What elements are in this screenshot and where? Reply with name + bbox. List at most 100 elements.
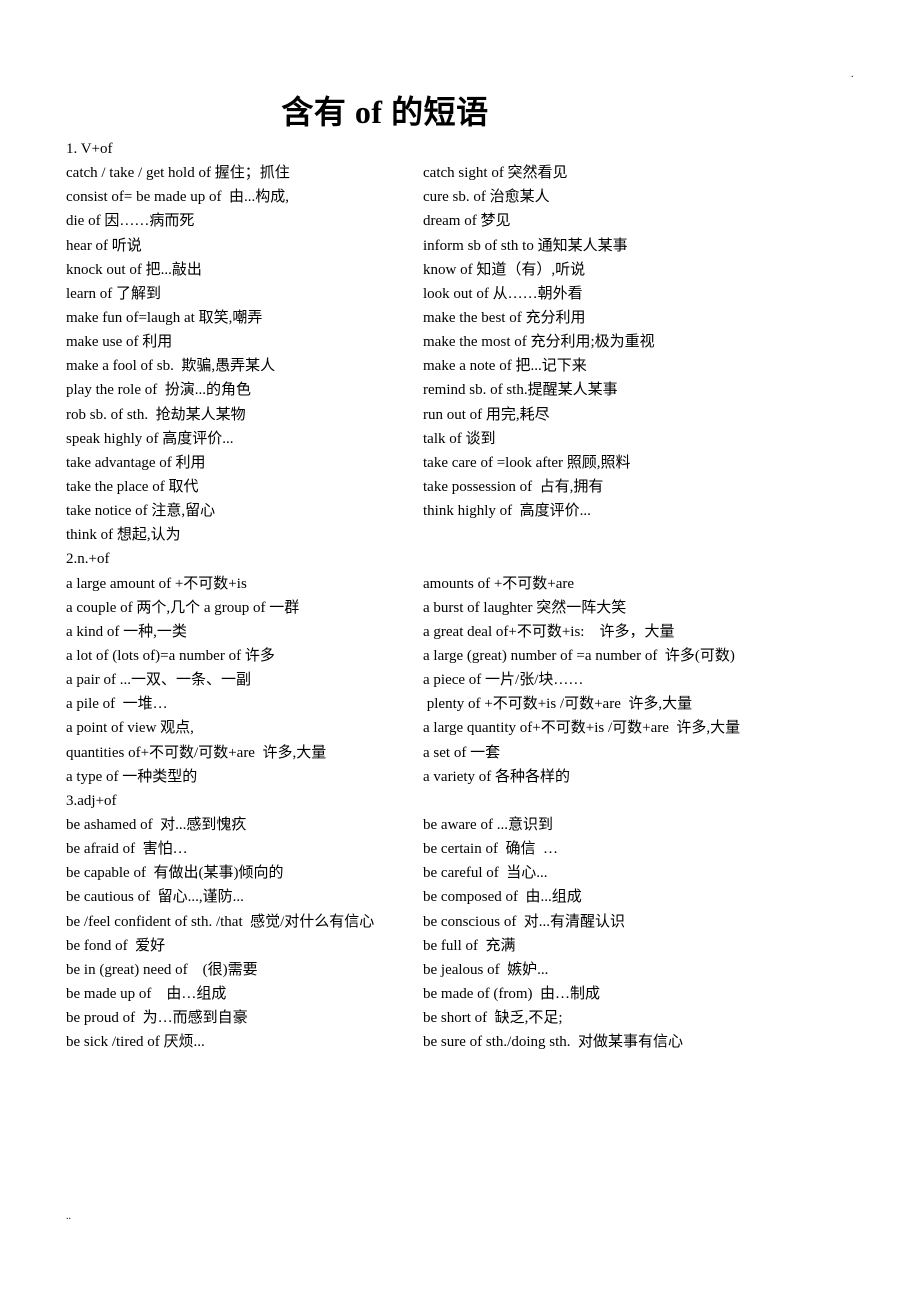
phrase-entry-left: knock out of 把...敲出 bbox=[66, 261, 202, 278]
phrase-entry-right: a burst of laughter 突然一阵大笑 bbox=[423, 599, 627, 616]
phrase-entry-right: be made of (from) 由…制成 bbox=[423, 985, 601, 1002]
phrase-entry-left: make fun of=laugh at 取笑,嘲弄 bbox=[66, 309, 263, 326]
phrase-entry-left: rob sb. of sth. 抢劫某人某物 bbox=[66, 406, 246, 423]
phrase-entry-right: be aware of ...意识到 bbox=[423, 816, 553, 833]
phrase-row: be sick /tired of 厌烦... be sure of sth./d… bbox=[66, 1030, 866, 1054]
phrase-entry-right: plenty of +不可数+is /可数+are 许多,大量 bbox=[423, 696, 693, 713]
phrase-row: be proud of 为…而感到自豪 be short of 缺乏,不足; bbox=[66, 1006, 866, 1030]
phrase-entry-left: die of 因……病而死 bbox=[66, 213, 195, 230]
phrase-entry-left: be sick /tired of 厌烦... bbox=[66, 1034, 205, 1051]
phrase-entry-left: a pair of ...一双、一条、一副 bbox=[66, 672, 251, 689]
phrase-entry-right: take care of =look after 照顾,照料 bbox=[423, 454, 631, 471]
phrase-row: speak highly of 高度评价... talk of 谈到 bbox=[66, 427, 866, 451]
phrase-row: a pair of ...一双、一条、一副 a piece of 一片/张/块…… bbox=[66, 668, 866, 692]
phrase-row: a lot of (lots of)=a number of 许多 a large… bbox=[66, 644, 866, 668]
section-heading-text: 3.adj+of bbox=[66, 792, 117, 809]
phrase-row: a point of view 观点, a large quantity of+不… bbox=[66, 716, 866, 740]
section-heading: 1. V+of bbox=[66, 137, 866, 161]
phrase-row: hear of 听说 inform sb of sth to 通知某人某事 bbox=[66, 234, 866, 258]
phrase-row: die of 因……病而死 dream of 梦见 bbox=[66, 209, 866, 233]
phrase-entry-right: a large (great) number of =a number of 许… bbox=[423, 647, 735, 664]
section-heading: 2.n.+of bbox=[66, 547, 866, 571]
phrase-entry-left: be afraid of 害怕… bbox=[66, 841, 188, 858]
phrase-entry-right: be sure of sth./doing sth. 对做某事有信心 bbox=[423, 1034, 683, 1051]
phrase-entry-right: be short of 缺乏,不足; bbox=[423, 1010, 563, 1027]
phrase-entry-left: take advantage of 利用 bbox=[66, 454, 206, 471]
phrase-entry-right: a large quantity of+不可数+is /可数+are 许多,大量 bbox=[423, 720, 741, 737]
phrase-entry-left: be ashamed of 对...感到愧疚 bbox=[66, 816, 247, 833]
phrase-entry-left: be cautious of 留心...,谨防... bbox=[66, 889, 244, 906]
phrase-entry-right: look out of 从……朝外看 bbox=[423, 285, 583, 302]
phrase-entry-left: consist of= be made up of 由...构成, bbox=[66, 189, 290, 206]
phrase-row: be ashamed of 对...感到愧疚 be aware of ...意识到 bbox=[66, 813, 866, 837]
phrase-row: take the place of 取代 take possession of 占… bbox=[66, 475, 866, 499]
phrase-entry-right: talk of 谈到 bbox=[423, 430, 496, 447]
phrase-entry-left: catch / take / get hold of 握住；抓住 bbox=[66, 165, 290, 182]
phrase-row: be fond of 爱好 be full of 充满 bbox=[66, 934, 866, 958]
section-heading-text: 2.n.+of bbox=[66, 551, 110, 568]
phrase-entry-left: think of 想起,认为 bbox=[66, 527, 181, 544]
phrase-entry-left: learn of 了解到 bbox=[66, 285, 161, 302]
phrase-row: rob sb. of sth. 抢劫某人某物 run out of 用完,耗尽 bbox=[66, 403, 866, 427]
phrase-entry-left: be made up of 由…组成 bbox=[66, 985, 227, 1002]
section-heading: 3.adj+of bbox=[66, 789, 866, 813]
phrase-row: think of 想起,认为 bbox=[66, 523, 866, 547]
phrase-row: be in (great) need of (很)需要 be jealous of… bbox=[66, 958, 866, 982]
phrase-entry-right: make the most of 充分利用;极为重视 bbox=[423, 334, 655, 351]
phrase-entry-right: be careful of 当心... bbox=[423, 865, 548, 882]
phrase-entry-left: hear of 听说 bbox=[66, 237, 142, 254]
page-title: 含有 of 的短语 bbox=[281, 94, 489, 130]
phrase-row: be afraid of 害怕… be certain of 确信 … bbox=[66, 837, 866, 861]
phrase-entry-left: quantities of+不可数/可数+are 许多,大量 bbox=[66, 744, 327, 761]
phrase-entry-right: dream of 梦见 bbox=[423, 213, 511, 230]
phrase-entry-right: a great deal of+不可数+is: 许多，大量 bbox=[423, 623, 675, 640]
phrase-entry-right: be full of 充满 bbox=[423, 937, 516, 954]
phrase-row: quantities of+不可数/可数+are 许多,大量 a set of 一… bbox=[66, 741, 866, 765]
phrase-entry-left: be /feel confident of sth. /that 感觉/对什么有… bbox=[66, 913, 375, 930]
phrase-entry-right: a piece of 一片/张/块…… bbox=[423, 672, 584, 689]
phrase-row: take notice of 注意,留心 think highly of 高度评价… bbox=[66, 499, 866, 523]
phrase-entry-left: a type of 一种类型的 bbox=[66, 768, 198, 785]
phrase-row: take advantage of 利用 take care of =look a… bbox=[66, 451, 866, 475]
phrase-entry-right: catch sight of 突然看见 bbox=[423, 165, 568, 182]
phrase-row: make use of 利用 make the most of 充分利用;极为重视 bbox=[66, 330, 866, 354]
phrase-entry-right: think highly of 高度评价... bbox=[423, 503, 591, 520]
phrase-entry-right: inform sb of sth to 通知某人某事 bbox=[423, 237, 628, 254]
phrase-entry-right: cure sb. of 治愈某人 bbox=[423, 189, 550, 206]
phrase-row: make fun of=laugh at 取笑,嘲弄 make the best … bbox=[66, 306, 866, 330]
phrase-entry-right: run out of 用完,耗尽 bbox=[423, 406, 550, 423]
phrase-row: be /feel confident of sth. /that 感觉/对什么有… bbox=[66, 910, 866, 934]
phrase-row: a type of 一种类型的 a variety of 各种各样的 bbox=[66, 765, 866, 789]
phrase-entry-right: a set of 一套 bbox=[423, 744, 501, 761]
phrase-entry-left: make a fool of sb. 欺骗,愚弄某人 bbox=[66, 358, 276, 375]
phrase-row: catch / take / get hold of 握住；抓住 catch si… bbox=[66, 161, 866, 185]
phrase-row: knock out of 把...敲出 know of 知道（有）,听说 bbox=[66, 258, 866, 282]
phrase-list: 1. V+of catch / take / get hold of 握住；抓住 c… bbox=[66, 137, 866, 1054]
phrase-entry-right: make the best of 充分利用 bbox=[423, 309, 586, 326]
phrase-row: make a fool of sb. 欺骗,愚弄某人 make a note of… bbox=[66, 354, 866, 378]
phrase-entry-left: a couple of 两个,几个 a group of 一群 bbox=[66, 599, 300, 616]
phrase-entry-right: a variety of 各种各样的 bbox=[423, 768, 571, 785]
phrase-entry-right: make a note of 把...记下来 bbox=[423, 358, 587, 375]
phrase-entry-left: take the place of 取代 bbox=[66, 478, 199, 495]
phrase-entry-right: amounts of +不可数+are bbox=[423, 575, 575, 592]
page-corner-mark-top: . bbox=[851, 69, 854, 80]
phrase-row: a kind of 一种,一类 a great deal of+不可数+is: 许… bbox=[66, 620, 866, 644]
phrase-entry-left: a point of view 观点, bbox=[66, 720, 194, 737]
phrase-entry-right: take possession of 占有,拥有 bbox=[423, 478, 604, 495]
phrase-row: be made up of 由…组成 be made of (from) 由…制成 bbox=[66, 982, 866, 1006]
phrase-row: learn of 了解到 look out of 从……朝外看 bbox=[66, 282, 866, 306]
phrase-row: a large amount of +不可数+is amounts of +不可数… bbox=[66, 572, 866, 596]
phrase-entry-right: be certain of 确信 … bbox=[423, 841, 558, 858]
phrase-entry-right: know of 知道（有）,听说 bbox=[423, 261, 586, 278]
phrase-entry-left: a kind of 一种,一类 bbox=[66, 623, 187, 640]
phrase-entry-left: be in (great) need of (很)需要 bbox=[66, 961, 258, 978]
phrase-entry-left: speak highly of 高度评价... bbox=[66, 430, 234, 447]
phrase-entry-right: remind sb. of sth.提醒某人某事 bbox=[423, 382, 618, 399]
phrase-row: play the role of 扮演...的角色 remind sb. of s… bbox=[66, 378, 866, 402]
phrase-row: a pile of 一堆… plenty of +不可数+is /可数+are … bbox=[66, 692, 866, 716]
section-heading-text: 1. V+of bbox=[66, 141, 113, 157]
phrase-entry-right: be conscious of 对...有清醒认识 bbox=[423, 913, 626, 930]
phrase-entry-left: be capable of 有做出(某事)倾向的 bbox=[66, 865, 284, 882]
phrase-entry-left: play the role of 扮演...的角色 bbox=[66, 382, 251, 399]
